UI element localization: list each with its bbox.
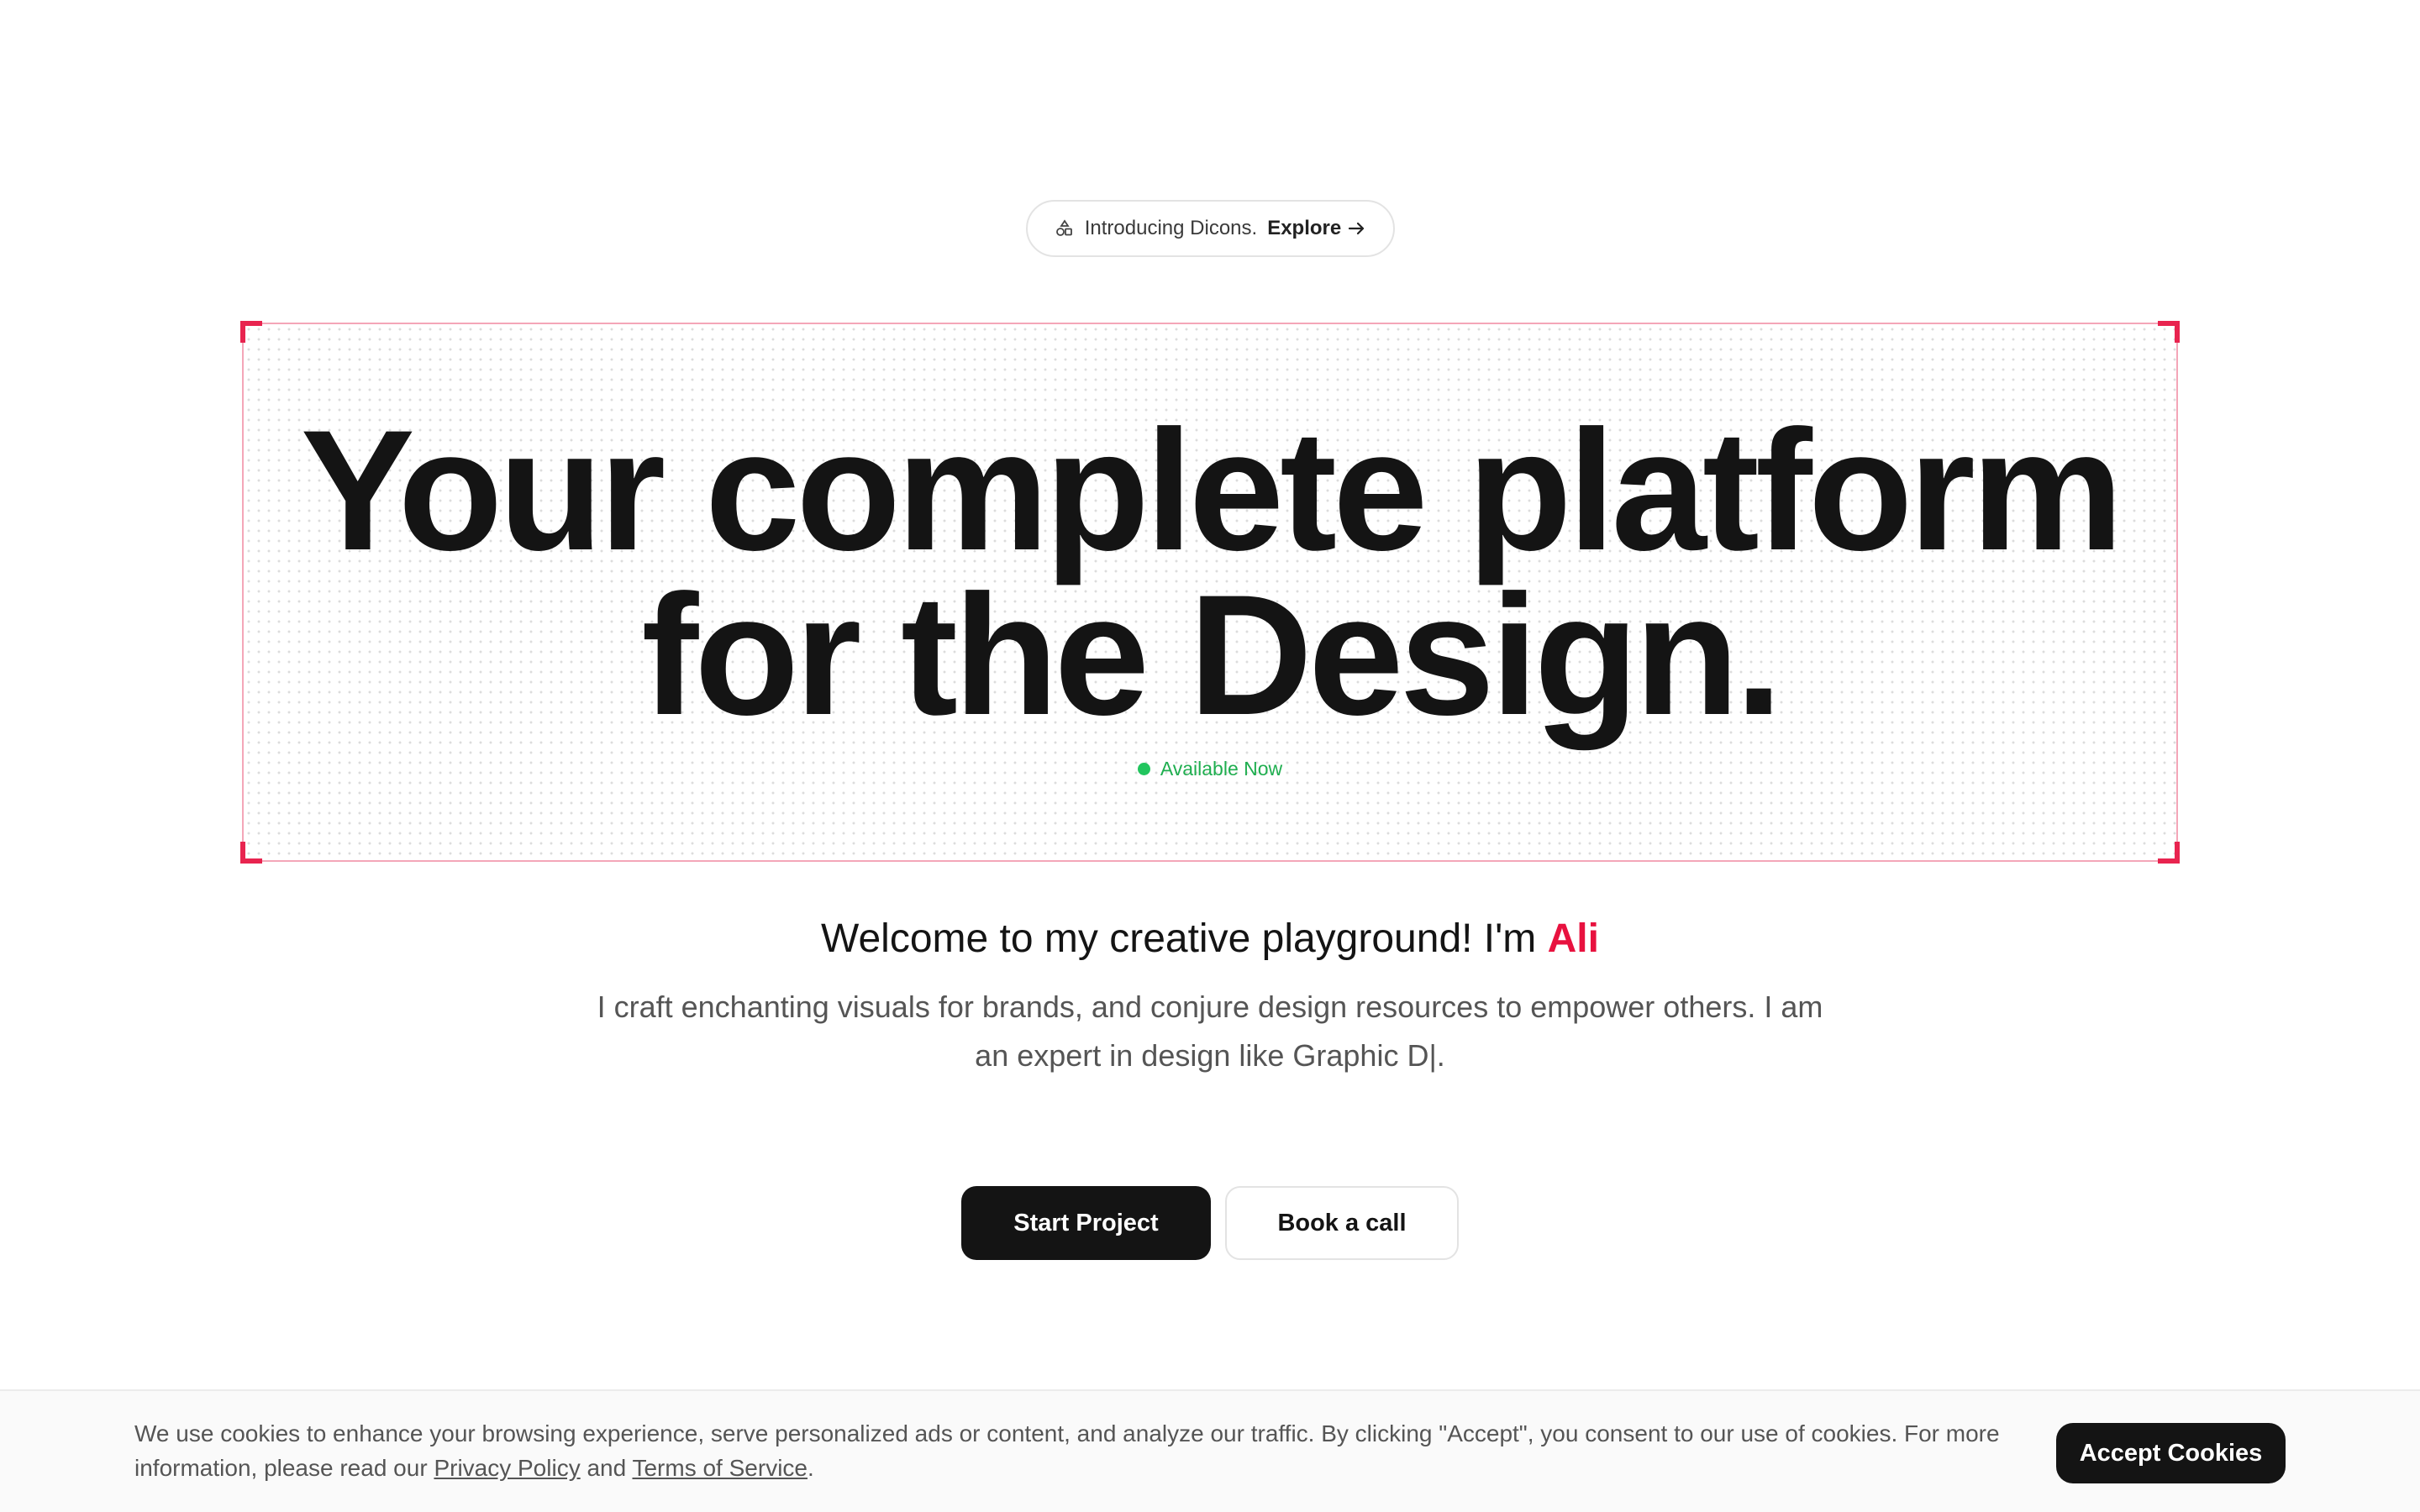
frame-corner-bottom-right bbox=[2158, 842, 2180, 864]
cookie-message: We use cookies to enhance your browsing … bbox=[134, 1416, 2033, 1485]
start-project-button[interactable]: Start Project bbox=[961, 1186, 1211, 1260]
cookie-text-main: We use cookies to enhance your browsing … bbox=[134, 1420, 2000, 1481]
frame-corner-bottom-left bbox=[240, 842, 262, 864]
hero-frame: Your complete platform for the Design. A… bbox=[240, 321, 2180, 864]
explore-label: Explore bbox=[1267, 217, 1342, 239]
availability-label: Available Now bbox=[1160, 758, 1283, 780]
accept-cookies-button[interactable]: Accept Cookies bbox=[2056, 1423, 2286, 1483]
shapes-icon bbox=[1055, 218, 1075, 239]
welcome-text: Welcome to my creative playground! I'm bbox=[821, 916, 1548, 961]
announcement-pill[interactable]: Introducing Dicons. Explore bbox=[1026, 200, 1395, 257]
cookie-text-and: and bbox=[580, 1455, 633, 1481]
frame-corner-top-right bbox=[2158, 321, 2180, 343]
availability-status: Available Now bbox=[244, 758, 2176, 780]
hero-title: Your complete platform for the Design. bbox=[244, 395, 2176, 751]
explore-link[interactable]: Explore bbox=[1267, 217, 1366, 240]
cookie-text-period: . bbox=[807, 1455, 814, 1481]
hero-title-line-1: Your complete platform bbox=[300, 395, 2123, 586]
page: Introducing Dicons. Explore Your complet… bbox=[0, 0, 2420, 1512]
author-name: Ali bbox=[1547, 916, 1599, 961]
book-call-button[interactable]: Book a call bbox=[1225, 1186, 1459, 1260]
terms-of-service-link[interactable]: Terms of Service bbox=[632, 1455, 808, 1481]
cookie-banner: We use cookies to enhance your browsing … bbox=[0, 1389, 2420, 1512]
hero-title-line-2: for the Design. bbox=[641, 559, 1782, 751]
welcome-heading: Welcome to my creative playground! I'm A… bbox=[0, 916, 2420, 962]
frame-corner-top-left bbox=[240, 321, 262, 343]
arrow-right-icon bbox=[1349, 222, 1365, 235]
privacy-policy-link[interactable]: Privacy Policy bbox=[434, 1455, 580, 1481]
status-dot-icon bbox=[1137, 763, 1150, 775]
announcement-text: Introducing Dicons. bbox=[1084, 217, 1258, 239]
intro-description: I craft enchanting visuals for brands, a… bbox=[597, 990, 1823, 1073]
